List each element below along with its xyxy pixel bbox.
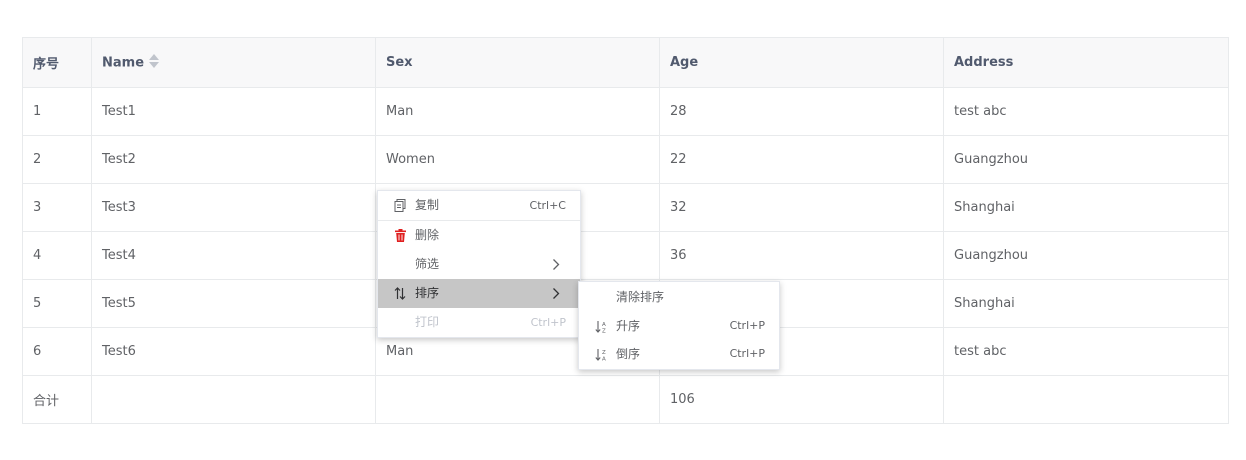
menu-item-label: 打印: [415, 315, 440, 329]
table-row[interactable]: 2 Test2 Women 22 Guangzhou: [22, 135, 1229, 184]
footer-cell: [943, 375, 1229, 424]
column-header-age: Age: [659, 37, 944, 88]
table-header-row: 序号 Name Sex Age Address: [22, 37, 1229, 88]
sort-icon: [393, 279, 407, 308]
cell-index: 3: [22, 183, 92, 232]
menu-item-label: 复制: [415, 198, 440, 212]
cell-age: 32: [659, 183, 944, 232]
cell-address: Shanghai: [943, 279, 1229, 328]
table-row[interactable]: 4 Test4 36 Guangzhou: [22, 231, 1229, 280]
cell-index: 2: [22, 135, 92, 184]
cell-address: test abc: [943, 327, 1229, 376]
cell-address: test abc: [943, 87, 1229, 136]
menu-item-shortcut: Ctrl+C: [529, 199, 566, 212]
table-footer-row: 合计 106: [22, 375, 1229, 424]
menu-item-shortcut: Ctrl+P: [729, 319, 765, 332]
cell-index: 6: [22, 327, 92, 376]
sort-submenu: 清除排序 AZ 升序 Ctrl+P ZA 倒序 Ctrl+P: [578, 281, 780, 370]
cell-address: Guangzhou: [943, 135, 1229, 184]
menu-item-copy[interactable]: 复制 Ctrl+C: [378, 191, 580, 220]
context-menu: 复制 Ctrl+C 删除 筛选 排序 打印 Ctrl+P: [377, 190, 581, 338]
cell-age: 36: [659, 231, 944, 280]
menu-item-label: 升序: [616, 319, 641, 333]
menu-item-label: 清除排序: [616, 290, 665, 304]
cell-name: Test3: [91, 183, 376, 232]
cell-index: 5: [22, 279, 92, 328]
sort-ascending-icon: AZ: [594, 312, 608, 340]
menu-item-sort[interactable]: 排序: [378, 279, 580, 308]
menu-item-shortcut: Ctrl+P: [729, 347, 765, 360]
submenu-item-ascending[interactable]: AZ 升序 Ctrl+P: [579, 312, 779, 340]
cell-name: Test1: [91, 87, 376, 136]
sort-descending-icon: ZA: [594, 340, 608, 368]
svg-text:A: A: [602, 356, 606, 361]
cell-name: Test6: [91, 327, 376, 376]
cell-name: Test4: [91, 231, 376, 280]
footer-age-sum: 106: [659, 375, 944, 424]
cell-address: Guangzhou: [943, 231, 1229, 280]
table-row[interactable]: 3 Test3 32 Shanghai: [22, 183, 1229, 232]
menu-item-label: 排序: [415, 286, 440, 300]
footer-label: 合计: [22, 375, 92, 424]
cell-name: Test5: [91, 279, 376, 328]
footer-cell: [91, 375, 376, 424]
sort-toggle-icon[interactable]: [148, 53, 160, 73]
menu-item-delete[interactable]: 删除: [378, 221, 580, 250]
menu-item-filter[interactable]: 筛选: [378, 250, 580, 279]
svg-text:Z: Z: [602, 328, 606, 333]
column-header-index: 序号: [22, 37, 92, 88]
trash-icon: [393, 221, 407, 250]
cell-age: 22: [659, 135, 944, 184]
menu-item-label: 删除: [415, 228, 440, 242]
svg-text:A: A: [602, 322, 606, 328]
cell-sex: Man: [375, 87, 660, 136]
cell-address: Shanghai: [943, 183, 1229, 232]
column-header-address: Address: [943, 37, 1229, 88]
svg-text:Z: Z: [602, 350, 606, 356]
table-row[interactable]: 1 Test1 Man 28 test abc: [22, 87, 1229, 136]
cell-index: 4: [22, 231, 92, 280]
cell-sex: Women: [375, 135, 660, 184]
copy-icon: [393, 191, 407, 220]
menu-item-label: 倒序: [616, 347, 641, 361]
cell-name: Test2: [91, 135, 376, 184]
menu-item-label: 筛选: [415, 257, 440, 271]
column-header-sex: Sex: [375, 37, 660, 88]
submenu-item-clear-sort[interactable]: 清除排序: [579, 283, 779, 312]
submenu-item-descending[interactable]: ZA 倒序 Ctrl+P: [579, 340, 779, 368]
column-header-name[interactable]: Name: [91, 37, 376, 88]
footer-cell: [375, 375, 660, 424]
cell-index: 1: [22, 87, 92, 136]
cell-age: 28: [659, 87, 944, 136]
menu-item-shortcut: Ctrl+P: [530, 316, 566, 329]
menu-item-print: 打印 Ctrl+P: [378, 308, 580, 337]
